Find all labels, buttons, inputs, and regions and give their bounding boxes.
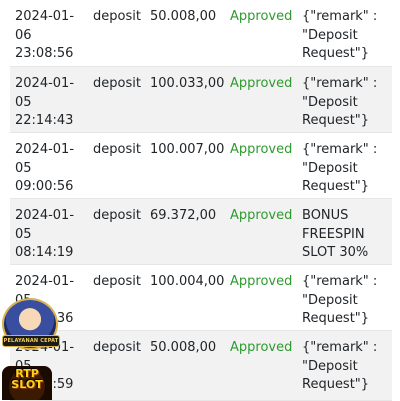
amount-cell: 69.372,00 xyxy=(150,208,217,223)
date-cell: 2024-01- 05 08:14:19 xyxy=(15,208,75,260)
note-cell: BONUS FREESPIN SLOT 30% xyxy=(302,208,369,260)
amount-cell: 100.033,00 xyxy=(150,76,225,91)
date-cell: 2024-01- 05 22:14:43 xyxy=(15,76,75,128)
status-cell: Approved xyxy=(230,208,293,223)
floating-badges: PELAYANAN CEPAT RTP SLOT xyxy=(0,296,60,400)
date-cell: 2024-01- 05 09:00:56 xyxy=(15,142,75,194)
status-cell: Approved xyxy=(230,340,293,355)
status-cell: Approved xyxy=(230,9,293,24)
note-cell: {"remark" : "Deposit Request"} xyxy=(302,340,378,392)
table-row: 2024-01- 05 06:59:59 deposit 50.008,00 A… xyxy=(10,331,392,401)
date-cell: 2024-01- 06 23:08:56 xyxy=(15,9,75,61)
table-row: 2024-01- 05 22:14:43 deposit 100.033,00 … xyxy=(10,67,392,133)
service-badge-label: PELAYANAN CEPAT xyxy=(2,335,60,347)
amount-cell: 100.007,00 xyxy=(150,142,225,157)
type-cell: deposit xyxy=(93,9,141,24)
amount-cell: 50.008,00 xyxy=(150,340,217,355)
type-cell: deposit xyxy=(93,340,141,355)
rtp-badge-label: RTP SLOT xyxy=(11,367,43,391)
table-row: 2024-01- 05 07:11:36 deposit 100.004,00 … xyxy=(10,265,392,331)
type-cell: deposit xyxy=(93,142,141,157)
table-row: 2024-01- 05 09:00:56 deposit 100.007,00 … xyxy=(10,133,392,199)
note-cell: {"remark" : "Deposit Request"} xyxy=(302,274,378,326)
amount-cell: 50.008,00 xyxy=(150,9,217,24)
table-row: 2024-01- 05 08:14:19 deposit 69.372,00 A… xyxy=(10,199,392,265)
status-cell: Approved xyxy=(230,142,293,157)
note-cell: {"remark" : "Deposit Request"} xyxy=(302,76,378,128)
type-cell: deposit xyxy=(93,76,141,91)
type-cell: deposit xyxy=(93,208,141,223)
status-cell: Approved xyxy=(230,76,293,91)
note-cell: {"remark" : "Deposit Request"} xyxy=(302,142,378,194)
type-cell: deposit xyxy=(93,274,141,289)
status-cell: Approved xyxy=(230,274,293,289)
table-row: 2024-01- 06 23:08:56 deposit 50.008,00 A… xyxy=(10,0,392,67)
note-cell: {"remark" : "Deposit Request"} xyxy=(302,9,378,61)
amount-cell: 100.004,00 xyxy=(150,274,225,289)
